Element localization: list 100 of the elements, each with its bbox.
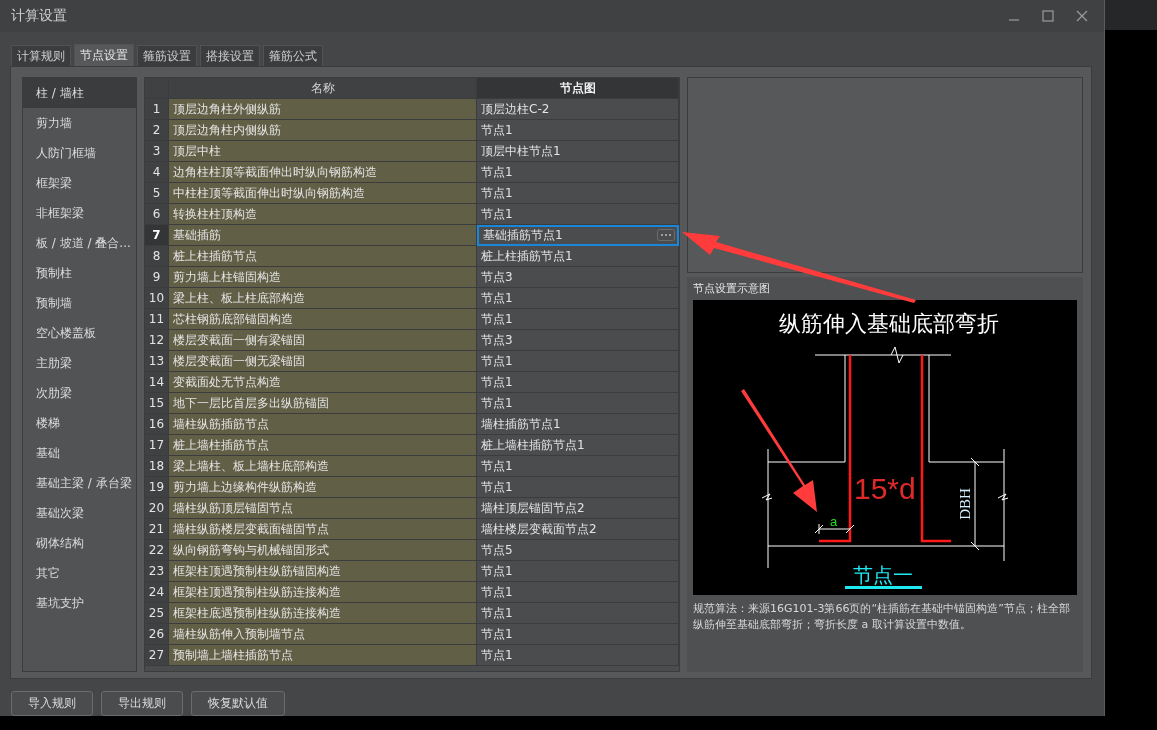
tab[interactable]: 箍筋设置 <box>137 44 197 67</box>
table-cell: 楼层变截面一侧无梁锚固 <box>169 350 477 372</box>
table-cell: 预制墙上墙柱插筋节点 <box>169 644 477 666</box>
bend-length-label: 15*d <box>854 471 916 505</box>
row-number: 27 <box>145 644 169 666</box>
row-number: 5 <box>145 182 169 204</box>
table-cell: 节点1 <box>477 476 679 498</box>
table-cell: 梁上柱、板上柱底部构造 <box>169 287 477 309</box>
table-cell: 芯柱钢筋底部锚固构造 <box>169 308 477 330</box>
table-cell: 边角柱柱顶等截面伸出时纵向钢筋构造 <box>169 161 477 183</box>
table-cell: 节点1 <box>477 455 679 477</box>
table-cell: 墙柱插筋节点1 <box>477 413 679 435</box>
row-number: 26 <box>145 623 169 645</box>
row-number: 13 <box>145 350 169 372</box>
table-cell: 基础插筋节点1 <box>483 227 563 244</box>
table-cell: 桩上柱插筋节点 <box>169 245 477 267</box>
table-cell: 框架柱底遇预制柱纵筋连接构造 <box>169 602 477 624</box>
table-cell: 桩上柱插筋节点1 <box>477 245 679 267</box>
table-cell: 纵向钢筋弯钩与机械锚固形式 <box>169 539 477 561</box>
row-number: 15 <box>145 392 169 414</box>
tab[interactable]: 箍筋公式 <box>263 44 323 67</box>
diagram-heading: 纵筋伸入基础底部弯折 <box>779 310 999 336</box>
row-number: 8 <box>145 245 169 267</box>
tab[interactable]: 计算规则 <box>11 44 71 67</box>
sidebar-item[interactable]: 基础主梁 / 承台梁 <box>23 467 136 498</box>
sidebar-item[interactable]: 楼梯 <box>23 407 136 438</box>
close-icon[interactable] <box>1076 9 1088 22</box>
more-icon[interactable] <box>657 229 675 242</box>
sidebar-item[interactable]: 柱 / 墙柱 <box>23 77 136 108</box>
row-number: 12 <box>145 329 169 351</box>
sidebar-item[interactable]: 砌体结构 <box>23 527 136 558</box>
row-number: 19 <box>145 476 169 498</box>
table-cell: 墙柱顶层锚固节点2 <box>477 497 679 519</box>
action-button[interactable]: 恢复默认值 <box>191 691 285 716</box>
row-number: 17 <box>145 434 169 456</box>
action-button[interactable]: 导入规则 <box>11 691 93 716</box>
table-cell: 节点1 <box>477 623 679 645</box>
table-cell: 节点5 <box>477 539 679 561</box>
table-cell: 节点1 <box>477 308 679 330</box>
sidebar-item[interactable]: 板 / 坡道 / 叠合... <box>23 227 136 258</box>
table-cell: 剪力墙上柱锚固构造 <box>169 266 477 288</box>
row-number: 24 <box>145 581 169 603</box>
table-cell: 框架柱顶遇预制柱纵筋连接构造 <box>169 581 477 603</box>
column-header: 名称 <box>169 77 477 99</box>
row-number: 20 <box>145 497 169 519</box>
diagram-title: 节点设置示意图 <box>693 280 771 296</box>
maximize-icon[interactable] <box>1042 9 1054 22</box>
table-cell: 节点3 <box>477 266 679 288</box>
table-cell: 楼层变截面一侧有梁锚固 <box>169 329 477 351</box>
row-number: 2 <box>145 119 169 141</box>
sidebar-item[interactable]: 基坑支护 <box>23 587 136 618</box>
table-cell: 顶层中柱 <box>169 140 477 162</box>
table-cell: 剪力墙上边缘构件纵筋构造 <box>169 476 477 498</box>
sidebar-item[interactable]: 框架梁 <box>23 167 136 198</box>
row-number: 6 <box>145 203 169 225</box>
row-number: 9 <box>145 266 169 288</box>
sidebar-item[interactable]: 预制柱 <box>23 257 136 288</box>
row-number: 4 <box>145 161 169 183</box>
table-cell: 节点1 <box>477 560 679 582</box>
table-cell: 梁上墙柱、板上墙柱底部构造 <box>169 455 477 477</box>
sidebar-item[interactable]: 剪力墙 <box>23 107 136 138</box>
table-cell: 节点1 <box>477 371 679 393</box>
table-cell: 节点1 <box>477 287 679 309</box>
row-number: 21 <box>145 518 169 540</box>
dimension-label: a <box>830 513 838 529</box>
table-cell: 节点1 <box>477 203 679 225</box>
table-cell: 节点3 <box>477 329 679 351</box>
sidebar-item[interactable]: 主肋梁 <box>23 347 136 378</box>
row-number: 22 <box>145 539 169 561</box>
node-dropdown[interactable]: 基础插筋节点1 <box>477 224 679 246</box>
action-button[interactable]: 导出规则 <box>101 691 183 716</box>
sidebar-item[interactable]: 空心楼盖板 <box>23 317 136 348</box>
sidebar-item[interactable]: 人防门框墙 <box>23 137 136 168</box>
table-cell: 地下一层比首层多出纵筋锚固 <box>169 392 477 414</box>
table-cell: 墙柱纵筋插筋节点 <box>169 413 477 435</box>
tab[interactable]: 节点设置 <box>74 43 134 67</box>
sidebar-item[interactable]: 次肋梁 <box>23 377 136 408</box>
sidebar-item[interactable]: 其它 <box>23 557 136 588</box>
table-cell: 节点1 <box>477 350 679 372</box>
sidebar-item[interactable]: 预制墙 <box>23 287 136 318</box>
table-cell: 墙柱楼层变截面节点2 <box>477 518 679 540</box>
sidebar-item[interactable]: 基础 <box>23 437 136 468</box>
table-cell: 墙柱纵筋顶层锚固节点 <box>169 497 477 519</box>
row-number: 11 <box>145 308 169 330</box>
table-cell: 节点1 <box>477 602 679 624</box>
sidebar-item[interactable]: 基础次梁 <box>23 497 136 528</box>
window-title: 计算设置 <box>11 6 67 25</box>
table-cell: 顶层中柱节点1 <box>477 140 679 162</box>
table-cell: 顶层边角柱内侧纵筋 <box>169 119 477 141</box>
table-cell: 桩上墙柱插筋节点 <box>169 434 477 456</box>
column-header: 节点图 <box>477 77 679 99</box>
row-number: 1 <box>145 98 169 120</box>
sidebar-item[interactable]: 非框架梁 <box>23 197 136 228</box>
table-cell: 墙柱纵筋伸入预制墙节点 <box>169 623 477 645</box>
table-cell: 节点1 <box>477 161 679 183</box>
tab[interactable]: 搭接设置 <box>200 44 260 67</box>
row-number: 10 <box>145 287 169 309</box>
row-number: 14 <box>145 371 169 393</box>
table-cell: 节点1 <box>477 182 679 204</box>
description-text: 规范算法：来源16G101-3第66页的“柱插筋在基础中锚固构造”节点；柱全部纵筋伸至基础底部弯折；弯折长度 a 取计算设置中数值。 <box>693 600 1071 633</box>
